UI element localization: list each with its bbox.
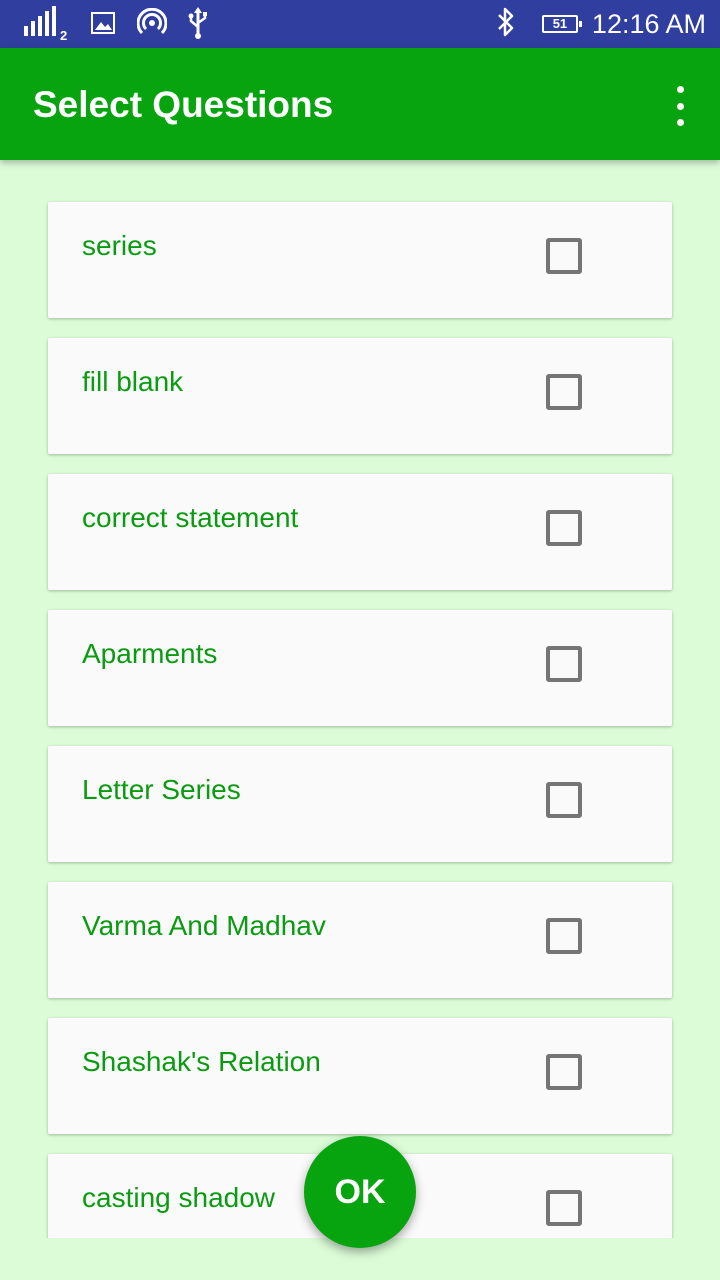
- question-checkbox[interactable]: [546, 510, 582, 546]
- question-checkbox[interactable]: [546, 1054, 582, 1090]
- question-checkbox[interactable]: [546, 374, 582, 410]
- question-card[interactable]: Varma And Madhav: [48, 882, 672, 998]
- more-vert-icon[interactable]: [672, 86, 688, 126]
- question-label: Letter Series: [82, 774, 241, 805]
- bluetooth-icon: [496, 7, 516, 42]
- question-checkbox[interactable]: [546, 238, 582, 274]
- question-checkbox[interactable]: [546, 646, 582, 682]
- usb-icon: [187, 6, 209, 44]
- status-bar-left: 2: [22, 5, 209, 44]
- question-label: Shashak's Relation: [82, 1046, 321, 1077]
- question-label: correct statement: [82, 502, 299, 533]
- battery-icon: 51: [541, 15, 582, 33]
- question-label: Varma And Madhav: [82, 910, 326, 941]
- ok-button[interactable]: OK: [304, 1136, 416, 1248]
- question-card[interactable]: Shashak's Relation: [48, 1018, 672, 1134]
- question-list[interactable]: series fill blank correct statement Apar…: [0, 160, 720, 1238]
- question-checkbox[interactable]: [546, 782, 582, 818]
- question-checkbox[interactable]: [546, 918, 582, 954]
- question-card[interactable]: fill blank: [48, 338, 672, 454]
- question-card[interactable]: correct statement: [48, 474, 672, 590]
- question-card[interactable]: series: [48, 202, 672, 318]
- question-card[interactable]: Aparments: [48, 610, 672, 726]
- status-bar-right: 51 12:16 AM: [496, 0, 706, 48]
- status-bar: 2 51 12:16 AM: [0, 0, 720, 48]
- image-icon: [91, 11, 116, 39]
- page-title: Select Questions: [33, 84, 334, 125]
- hotspot-icon: [136, 7, 168, 43]
- status-time: 12:16 AM: [591, 8, 706, 39]
- question-label: fill blank: [82, 366, 184, 397]
- question-label: casting shadow: [82, 1182, 276, 1213]
- question-label: series: [82, 230, 157, 261]
- sim-number: 2: [60, 27, 68, 43]
- question-label: Aparments: [82, 638, 218, 669]
- question-checkbox[interactable]: [546, 1190, 582, 1226]
- question-card[interactable]: Letter Series: [48, 746, 672, 862]
- app-bar: Select Questions: [0, 48, 720, 160]
